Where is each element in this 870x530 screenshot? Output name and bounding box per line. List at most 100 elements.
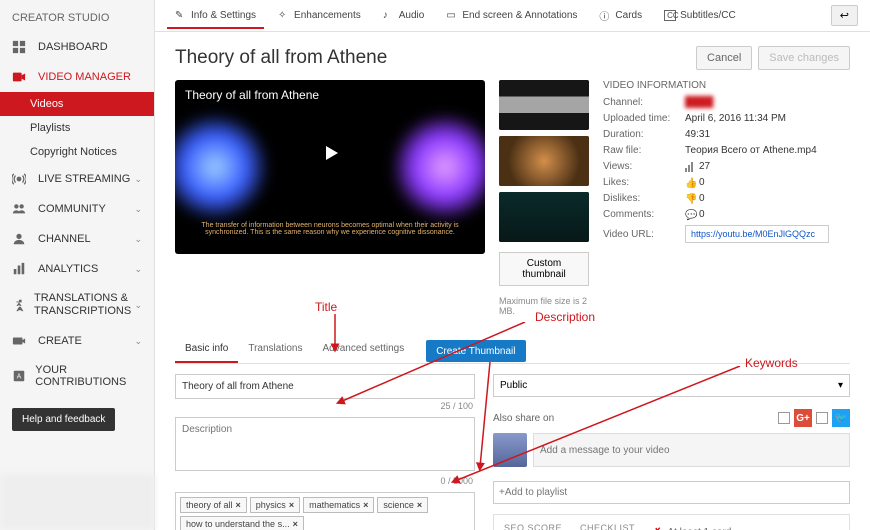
tag-remove-icon[interactable]: ×	[417, 500, 422, 510]
create-thumbnail-button[interactable]: Create Thumbnail	[426, 340, 525, 362]
caret-down-icon: ▾	[838, 380, 843, 391]
thumbnail-option-3[interactable]	[499, 192, 589, 242]
also-share-label: Also share on	[493, 413, 554, 424]
thumbnail-option-1[interactable]	[499, 80, 589, 130]
video-player[interactable]: Theory of all from Athene The transfer o…	[175, 80, 485, 254]
title-char-counter: 25 / 100	[177, 401, 473, 411]
tab-basic-info[interactable]: Basic info	[175, 336, 238, 363]
chevron-down-icon: ⌄	[134, 234, 142, 245]
player-caption: The transfer of information between neur…	[183, 222, 477, 236]
cards-icon: ⓘ	[599, 8, 611, 23]
help-feedback-button[interactable]: Help and feedback	[12, 408, 115, 431]
video-manager-submenu: Videos Playlists Copyright Notices	[0, 92, 154, 164]
contributions-icon: A	[12, 369, 27, 383]
share-message-input[interactable]	[533, 433, 850, 467]
sidebar-item-translations[interactable]: TRANSLATIONS & TRANSCRIPTIONS ⌄	[0, 284, 154, 326]
player-overlay-title: Theory of all from Athene	[185, 88, 319, 102]
tag-remove-icon[interactable]: ×	[363, 500, 368, 510]
save-button[interactable]: Save changes	[758, 46, 850, 70]
duration-value: 49:31	[685, 129, 850, 140]
editor-tabs: ✎Info & Settings ✧Enhancements ♪Audio ▭E…	[155, 0, 870, 32]
raw-file-name: Теория Всего от Athene.mp4	[685, 145, 850, 156]
arrow-right-icon: →	[827, 525, 839, 530]
thumbnail-size-note: Maximum file size is 2 MB.	[499, 296, 589, 316]
google-plus-icon: G+	[794, 409, 812, 427]
tab-translations[interactable]: Translations	[238, 336, 312, 363]
chevron-down-icon: ⌄	[134, 174, 142, 185]
sidebar-label: DASHBOARD	[38, 41, 108, 53]
basic-info-tabs: Basic info Translations Advanced setting…	[175, 336, 850, 364]
thumbs-down-icon: 👎	[685, 194, 695, 204]
cancel-button[interactable]: Cancel	[696, 46, 752, 70]
comments-count: 0	[699, 209, 705, 220]
tab-audio[interactable]: ♪Audio	[375, 2, 433, 29]
sidebar-item-community[interactable]: COMMUNITY ⌄	[0, 194, 154, 224]
sidebar-sub-copyright[interactable]: Copyright Notices	[0, 140, 154, 164]
video-info-heading: VIDEO INFORMATION	[603, 80, 850, 91]
tag-remove-icon[interactable]: ×	[289, 500, 294, 510]
chevron-down-icon: ⌄	[134, 300, 142, 311]
sidebar-label: VIDEO MANAGER	[38, 71, 131, 83]
dashboard-icon	[12, 40, 30, 54]
cc-icon: CC	[664, 10, 676, 21]
sidebar-item-analytics[interactable]: ANALYTICS ⌄	[0, 254, 154, 284]
sidebar-item-contributions[interactable]: A YOUR CONTRIBUTIONS	[0, 356, 154, 396]
community-icon	[12, 202, 30, 216]
live-icon	[12, 172, 30, 186]
seo-panel: SEO SCORE 8.9/100 CHECKLIST 0/8 ✗At leas…	[493, 514, 850, 530]
add-playlist-input[interactable]	[493, 481, 850, 504]
channel-icon	[12, 232, 30, 246]
sidebar-item-dashboard[interactable]: DASHBOARD	[0, 32, 154, 62]
description-input[interactable]	[175, 417, 475, 471]
sidebar-item-create[interactable]: CREATE ⌄	[0, 326, 154, 356]
channel-name: ████	[685, 97, 850, 108]
dislikes-count: 0	[699, 193, 705, 204]
video-url-field[interactable]	[685, 225, 829, 243]
endscreen-icon: ▭	[446, 10, 458, 21]
share-twitter-checkbox[interactable]	[816, 412, 828, 424]
tag-chip[interactable]: theory of all×	[180, 497, 247, 513]
analytics-icon	[12, 262, 30, 276]
creator-sidebar: CREATOR STUDIO DASHBOARD VIDEO MANAGER V…	[0, 0, 155, 530]
sidebar-label: ANALYTICS	[38, 263, 98, 275]
tags-input[interactable]: theory of all× physics× mathematics× sci…	[175, 492, 475, 530]
sidebar-item-video-manager[interactable]: VIDEO MANAGER	[0, 62, 154, 92]
likes-count: 0	[699, 177, 705, 188]
chevron-down-icon: ⌄	[134, 336, 142, 347]
title-input[interactable]	[175, 374, 475, 399]
views-count: 27	[699, 161, 710, 172]
sidebar-sub-videos[interactable]: Videos	[0, 92, 154, 116]
share-gplus-checkbox[interactable]	[778, 412, 790, 424]
sidebar-sub-playlists[interactable]: Playlists	[0, 116, 154, 140]
custom-thumbnail-button[interactable]: Custom thumbnail	[499, 252, 589, 286]
sidebar-item-live[interactable]: LIVE STREAMING ⌄	[0, 164, 154, 194]
tag-remove-icon[interactable]: ×	[236, 500, 241, 510]
tab-subtitles[interactable]: CCSubtitles/CC	[656, 2, 744, 29]
translate-icon	[12, 298, 26, 312]
tab-enhancements[interactable]: ✧Enhancements	[270, 2, 369, 29]
privacy-select[interactable]: Public▾	[493, 374, 850, 397]
create-icon	[12, 334, 30, 348]
sidebar-label: CHANNEL	[38, 233, 91, 245]
tab-advanced[interactable]: Advanced settings	[312, 336, 414, 363]
player-progress-bar[interactable]	[175, 242, 485, 254]
tag-chip[interactable]: science×	[377, 497, 428, 513]
thumbnail-option-2[interactable]	[499, 136, 589, 186]
tag-chip[interactable]: physics×	[250, 497, 300, 513]
comment-icon: 💬	[685, 210, 695, 220]
sidebar-label: YOUR CONTRIBUTIONS	[35, 364, 142, 388]
thumbs-up-icon: 👍	[685, 178, 695, 188]
sidebar-item-channel[interactable]: CHANNEL ⌄	[0, 224, 154, 254]
tag-remove-icon[interactable]: ×	[293, 519, 298, 529]
checklist-row[interactable]: ✗At least 1 card→	[653, 525, 839, 530]
audio-icon: ♪	[383, 10, 395, 21]
svg-text:A: A	[17, 374, 22, 381]
play-icon[interactable]	[307, 138, 353, 168]
tab-cards[interactable]: ⓘCards	[591, 0, 650, 31]
tag-chip[interactable]: how to understand the s...×	[180, 516, 304, 530]
tab-info-settings[interactable]: ✎Info & Settings	[167, 2, 264, 29]
tag-chip[interactable]: mathematics×	[303, 497, 374, 513]
seo-score-heading: SEO SCORE	[504, 523, 562, 530]
back-button[interactable]: ↩	[831, 5, 858, 26]
tab-endscreen[interactable]: ▭End screen & Annotations	[438, 2, 585, 29]
